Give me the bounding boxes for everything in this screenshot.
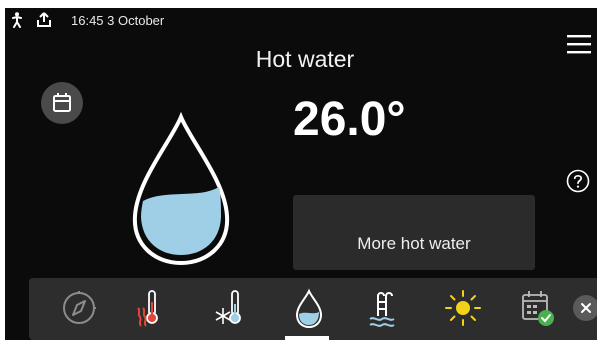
menu-button[interactable] (565, 32, 593, 56)
calendar-button[interactable] (41, 82, 83, 124)
status-bar: 16:45 3 October (5, 8, 265, 34)
cooling-icon (215, 290, 241, 324)
calendar-icon (53, 93, 71, 112)
help-button[interactable] (566, 169, 590, 193)
page-title: Hot water (255, 46, 355, 72)
hamburger-menu-icon (567, 35, 591, 54)
status-time-date: 16:45 3 October (71, 13, 165, 28)
nav-item-heating[interactable] (125, 286, 173, 330)
upload-icon (37, 12, 51, 32)
water-drop-graphic (129, 111, 233, 269)
heating-icon (137, 290, 158, 327)
pool-icon (369, 292, 395, 327)
active-tab-indicator (285, 336, 329, 340)
app-screen: 16:45 3 October Hot water 26.0° More hot… (5, 8, 597, 340)
nav-item-hot-water[interactable] (285, 286, 333, 330)
solar-icon (445, 290, 481, 326)
person-icon (11, 12, 23, 32)
nav-item-compass[interactable] (55, 286, 103, 330)
nav-item-pool[interactable] (359, 286, 407, 330)
water-drop-icon (132, 111, 230, 266)
schedule-icon (522, 291, 554, 326)
temperature-value: 26.0° (293, 93, 406, 146)
bottom-nav-bar (29, 278, 597, 340)
help-icon (566, 169, 590, 193)
compass-icon (63, 291, 96, 324)
hot-water-icon (295, 288, 323, 329)
nav-item-solar[interactable] (439, 286, 487, 330)
close-button[interactable] (573, 295, 597, 321)
nav-item-schedule[interactable] (513, 286, 561, 330)
more-hot-water-button[interactable]: More hot water (293, 195, 535, 270)
nav-item-cooling[interactable] (207, 286, 255, 330)
close-icon (581, 303, 591, 313)
